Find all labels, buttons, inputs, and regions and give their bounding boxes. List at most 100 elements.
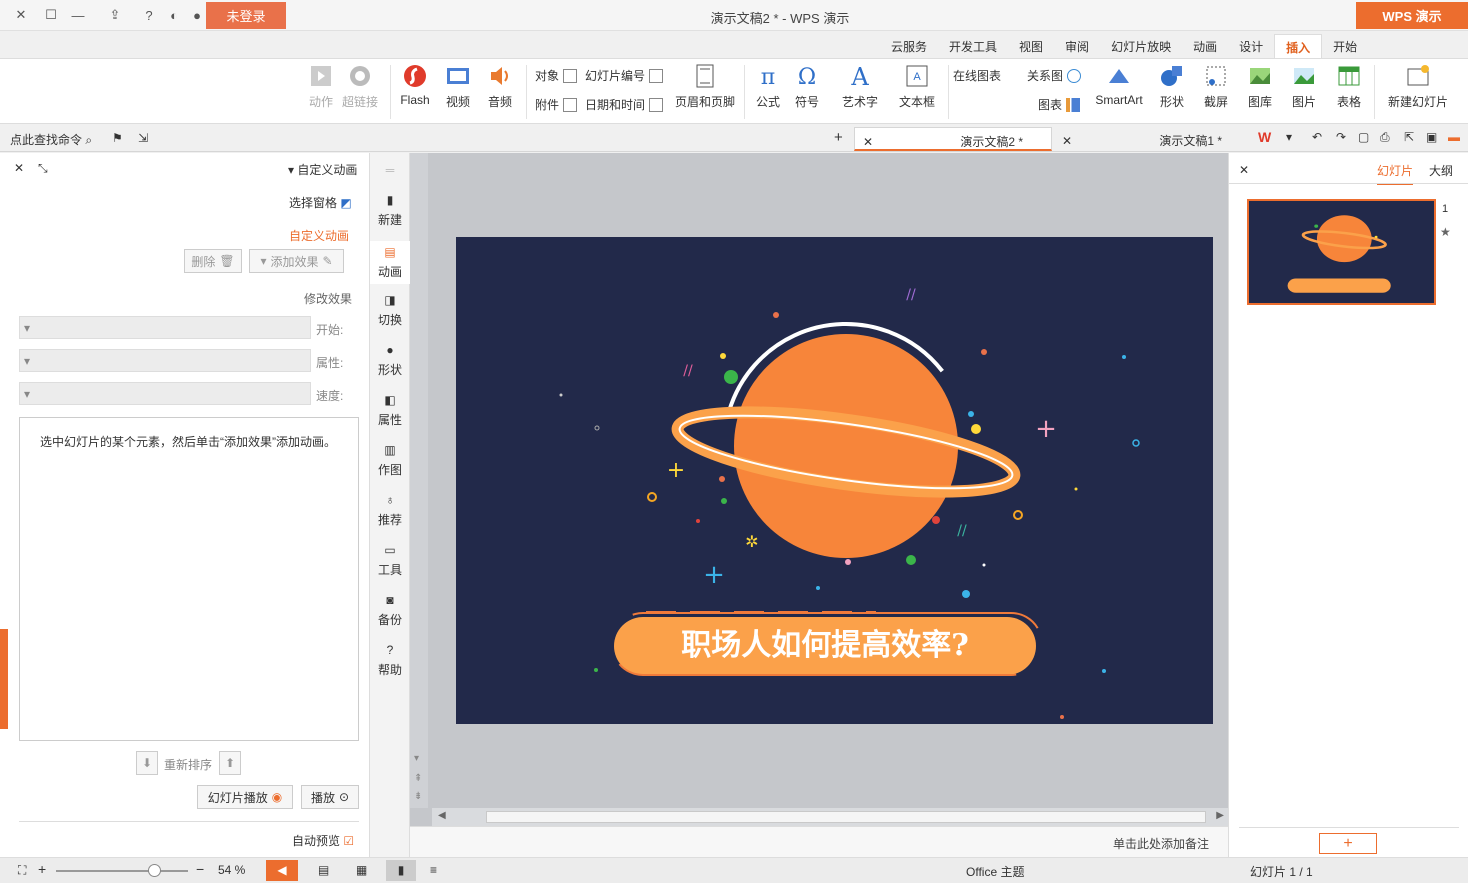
flash-button[interactable]: Flash <box>398 63 432 107</box>
notes-area[interactable]: 单击此处添加备注 <box>410 826 1228 857</box>
close-icon[interactable]: ✕ <box>1239 163 1249 177</box>
feedback-icon[interactable]: ● <box>186 5 208 25</box>
tab-slides[interactable]: 幻灯片 <box>1377 162 1414 185</box>
wps-app-button[interactable]: WPS 演示 <box>1356 2 1468 29</box>
close-icon[interactable]: ✕ <box>14 161 24 175</box>
normal-view-button[interactable]: ▮ <box>386 860 416 881</box>
zoom-slider[interactable] <box>56 864 188 877</box>
video-button[interactable]: 视频 <box>440 63 476 110</box>
print-icon[interactable]: ⎙ <box>1380 130 1390 145</box>
shape-button[interactable]: 形状 <box>1154 63 1190 110</box>
upload-icon[interactable]: ⇪ <box>104 5 126 25</box>
side-tool-backup[interactable]: ◙ 备份 <box>370 593 410 628</box>
horizontal-scrollbar[interactable]: ◀ ▶ <box>432 808 1228 826</box>
attachment-button[interactable]: 附件 <box>535 96 578 113</box>
skin-icon[interactable]: ◐ <box>163 5 185 25</box>
add-slide-button[interactable]: + <box>1319 833 1377 854</box>
tab-review[interactable]: 审阅 <box>1054 34 1100 58</box>
symbol-button[interactable]: Ω 符号 <box>788 63 826 110</box>
table-button[interactable]: 表格 <box>1330 63 1368 110</box>
select-pane-link[interactable]: 选择窗格 ◩ <box>289 194 352 211</box>
scroll-down-icon[interactable]: ▾ <box>414 753 419 764</box>
tab-slideshow[interactable]: 幻灯片放映 <box>1100 34 1182 58</box>
hyperlink-button[interactable]: 超链接 <box>340 63 380 110</box>
login-button[interactable]: 未登录 <box>206 2 286 29</box>
slide-1[interactable]: + + + ✲ // // // 职场人如何提高效率? <box>456 237 1213 724</box>
scroll-right-icon[interactable]: ▶ <box>1216 810 1224 821</box>
side-tool-shape[interactable]: ● 形状 <box>370 343 410 378</box>
notes-toggle-icon[interactable]: ≡ <box>430 863 437 877</box>
side-tool-draw[interactable]: ▥ 作图 <box>370 443 410 478</box>
zoom-level[interactable]: 54 % <box>218 863 245 877</box>
textbox-button[interactable]: A 文本框 <box>892 63 942 110</box>
new-slide-button[interactable]: 新建幻灯片 <box>1382 63 1454 110</box>
online-chart-button[interactable]: 在线图表 <box>953 67 1001 84</box>
delete-button[interactable]: 删除 🗑 <box>184 249 242 273</box>
gallery-button[interactable]: 图库 <box>1242 63 1278 110</box>
start-select[interactable]: ▾ <box>19 316 311 339</box>
maximize-icon[interactable]: ☐ <box>40 5 62 25</box>
side-tool-recommend[interactable]: ♁ 推荐 <box>370 493 410 528</box>
tab-outline[interactable]: 大纲 <box>1429 162 1453 179</box>
side-tool-help[interactable]: ? 帮助 <box>370 643 410 678</box>
fit-window-icon[interactable]: ⛶ <box>18 863 26 878</box>
slide-thumbnail-1[interactable] <box>1247 199 1436 305</box>
dock-icon[interactable]: ⇲ <box>138 131 148 145</box>
redo-icon[interactable]: ↷ <box>1336 130 1346 144</box>
tab-document-2[interactable]: ✕ 演示文稿2 * <box>854 127 1052 151</box>
play-slideshow-button[interactable]: ◀ <box>266 860 298 881</box>
property-select[interactable]: ▾ <box>19 349 311 372</box>
animation-list[interactable]: 选中幻灯片的某个元素，然后单击“添加效果”添加动画。 <box>19 417 359 741</box>
dropdown-icon[interactable]: ▾ <box>1286 130 1292 144</box>
move-up-icon[interactable]: ⬆ <box>219 751 241 775</box>
save-icon[interactable]: ▣ <box>1426 130 1437 144</box>
chart-button[interactable]: 图表 <box>1038 96 1081 113</box>
search-command[interactable]: 点此查找命令 ⌕ <box>10 131 92 148</box>
tab-view[interactable]: 视图 <box>1008 34 1054 58</box>
audio-button[interactable]: 音频 <box>482 63 518 110</box>
close-icon[interactable]: ✕ <box>10 5 32 25</box>
slide-number-button[interactable]: 幻灯片编号 <box>585 67 664 84</box>
move-down-icon[interactable]: ⬇ <box>136 751 158 775</box>
tab-devtools[interactable]: 开发工具 <box>938 34 1008 58</box>
picture-button[interactable]: 图片 <box>1286 63 1322 110</box>
tab-cloud[interactable]: 云服务 <box>880 34 938 58</box>
minimize-icon[interactable]: — <box>67 5 89 25</box>
smartart-button[interactable]: SmartArt <box>1092 63 1146 107</box>
help-icon[interactable]: ? <box>138 5 160 25</box>
tab-home[interactable]: 开始 <box>1322 34 1368 58</box>
tab-insert[interactable]: 插入 <box>1274 34 1323 58</box>
zoom-out-icon[interactable]: − <box>196 861 204 877</box>
sorter-view-icon[interactable]: ▦ <box>356 863 367 877</box>
close-icon[interactable]: ✕ <box>863 135 873 149</box>
pin-icon[interactable]: ⚑ <box>112 131 123 145</box>
autopreview-checkbox[interactable]: 自动预览 ☑ <box>292 832 354 849</box>
add-effect-button[interactable]: ▾ 添加效果 ✎ <box>249 249 344 273</box>
zoom-in-icon[interactable]: + <box>38 861 46 877</box>
tab-animation[interactable]: 动画 <box>1182 34 1228 58</box>
speed-select[interactable]: ▾ <box>19 382 311 405</box>
side-tool-transition[interactable]: ◨ 切换 <box>370 293 410 328</box>
close-icon[interactable]: ✕ <box>1062 134 1072 148</box>
screenshot-button[interactable]: 截屏 <box>1198 63 1234 110</box>
object-button[interactable]: 对象 <box>535 67 578 84</box>
scroll-left-icon[interactable]: ◀ <box>438 810 446 821</box>
export-icon[interactable]: ⇱ <box>1404 130 1414 144</box>
wordart-button[interactable]: A 艺术字 <box>836 63 884 110</box>
date-time-button[interactable]: 日期和时间 <box>585 96 664 113</box>
zoom-slider-thumb[interactable] <box>148 864 161 877</box>
open-folder-icon[interactable]: ▬ <box>1448 130 1460 144</box>
scroll-thumb[interactable] <box>486 811 1206 823</box>
pane-collapse-handle[interactable] <box>0 629 8 729</box>
header-footer-button[interactable]: 页眉和页脚 <box>673 63 737 110</box>
pane-title[interactable]: ▾ 自定义动画 <box>288 161 357 178</box>
previous-slide-icon[interactable]: ⇞ <box>414 773 422 784</box>
play-button[interactable]: 播放 ⊙ <box>301 785 359 809</box>
undo-icon[interactable]: ↶ <box>1312 130 1322 144</box>
new-tab-icon[interactable]: + <box>834 129 843 146</box>
relation-button[interactable]: 关系图 <box>1027 67 1082 84</box>
tab-design[interactable]: 设计 <box>1228 34 1274 58</box>
tab-document-1[interactable]: ✕ 演示文稿1 * <box>1054 127 1248 151</box>
wps-logo-icon[interactable]: W <box>1258 129 1271 145</box>
preview-icon[interactable]: ▢ <box>1358 130 1369 144</box>
